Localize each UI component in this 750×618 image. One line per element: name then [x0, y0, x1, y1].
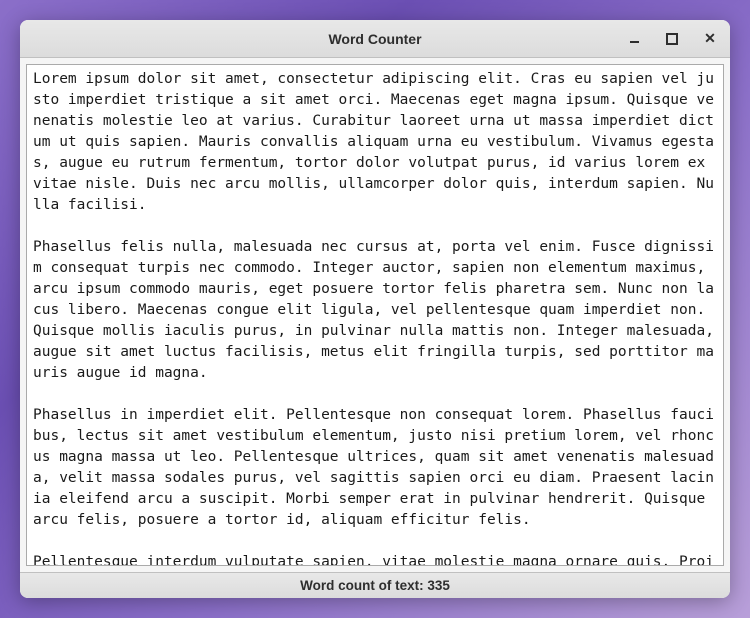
close-icon[interactable]: [698, 27, 722, 51]
word-count-value: 335: [427, 578, 450, 593]
app-window: Word Counter Lorem ipsum dolor sit amet,…: [20, 20, 730, 598]
statusbar: Word count of text: 335: [20, 572, 730, 598]
minimize-icon[interactable]: [622, 27, 646, 51]
window-controls: [622, 20, 722, 57]
maximize-icon[interactable]: [660, 27, 684, 51]
word-count-label: Word count of text:: [300, 578, 423, 593]
text-editor[interactable]: Lorem ipsum dolor sit amet, consectetur …: [26, 64, 724, 566]
titlebar[interactable]: Word Counter: [20, 20, 730, 58]
